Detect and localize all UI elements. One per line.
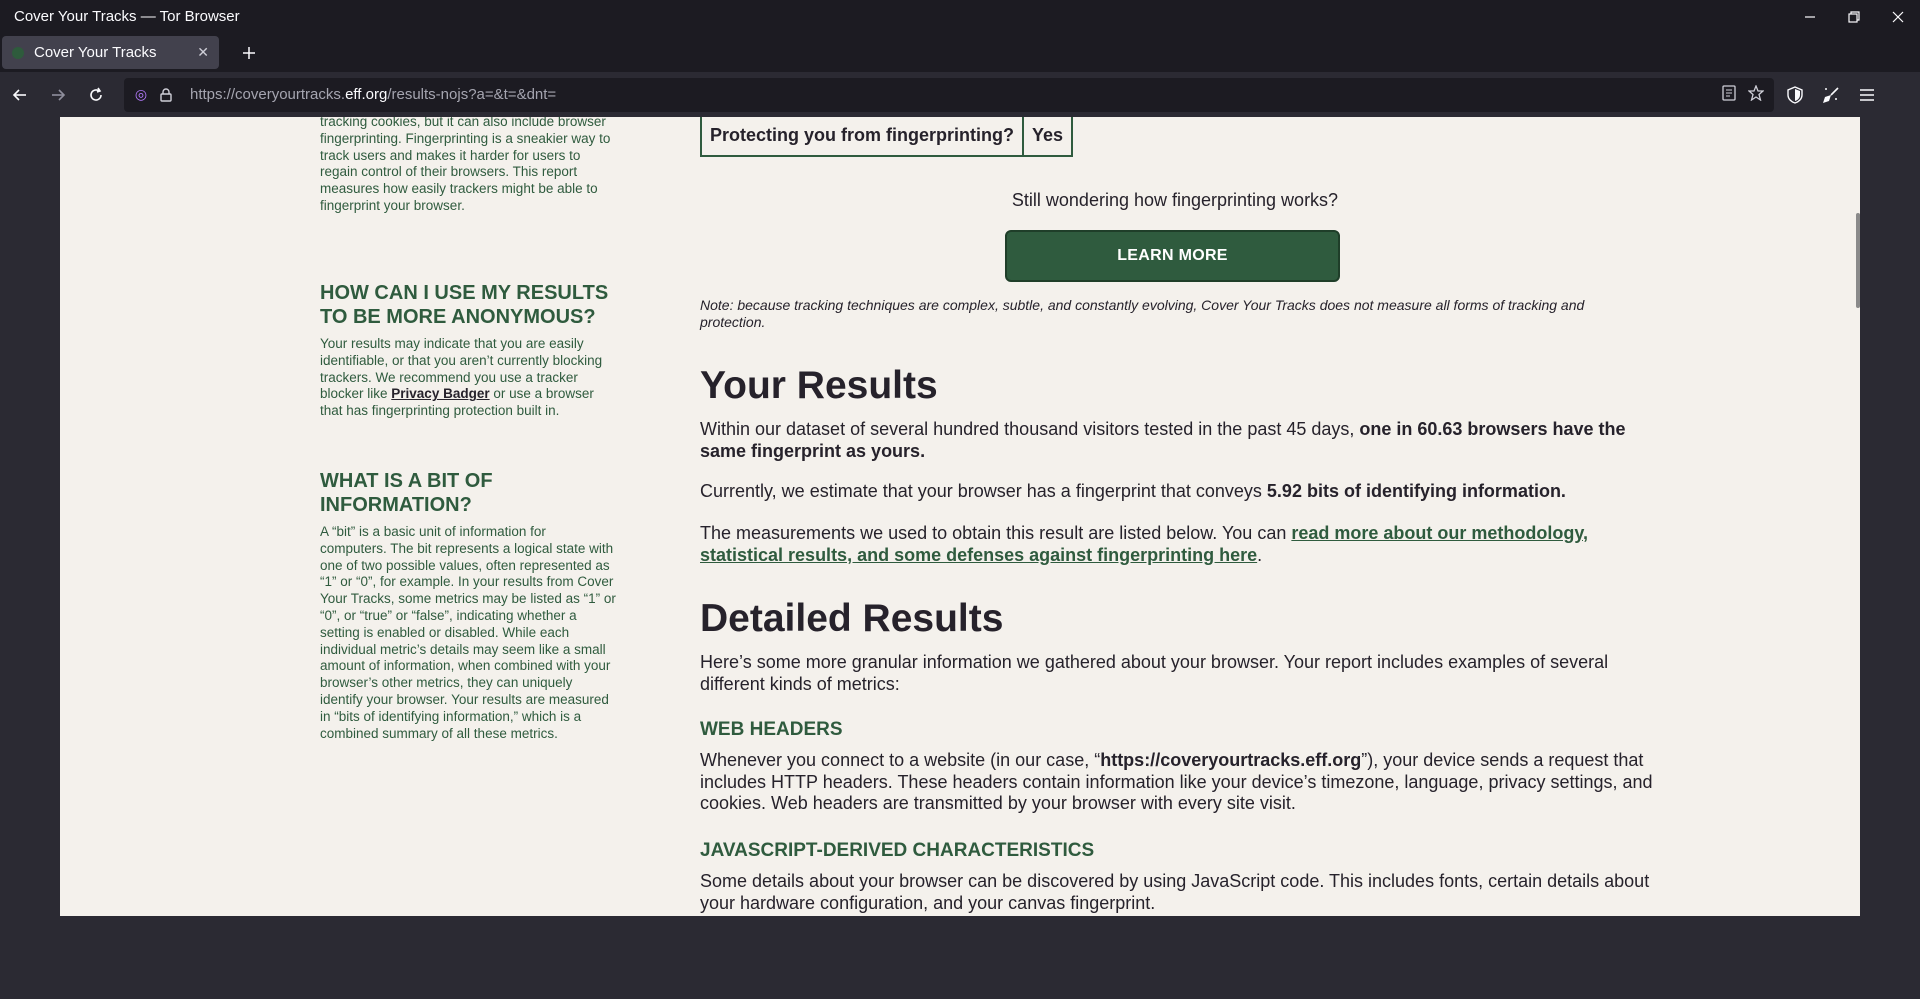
detailed-results-heading: Detailed Results bbox=[700, 597, 1004, 640]
results-uniqueness-text: Within our dataset of several hundred th… bbox=[700, 419, 1650, 462]
plus-icon bbox=[243, 46, 255, 59]
fingerprint-protection-table: Protecting you from fingerprinting? Yes bbox=[700, 117, 1074, 157]
detailed-intro-text: Here’s some more granular information we… bbox=[700, 652, 1609, 694]
tab-title: Cover Your Tracks bbox=[34, 44, 157, 61]
tab-bar: Cover Your Tracks ✕ bbox=[0, 33, 1920, 72]
tracking-note: Note: because tracking techniques are co… bbox=[700, 297, 1585, 330]
navigation-toolbar: ◎ https://coveryourtracks. eff.org/result… bbox=[0, 72, 1920, 117]
learn-more-button[interactable]: LEARN MORE bbox=[1005, 230, 1340, 282]
site-favicon-icon bbox=[12, 46, 24, 59]
web-headers-url: https://coveryourtracks.eff.org bbox=[1100, 750, 1362, 770]
results-methodology-text: The measurements we used to obtain this … bbox=[700, 523, 1650, 566]
sidebar-heading-anonymous: How can I use my results to be more anon… bbox=[320, 282, 609, 328]
new-tab-button[interactable] bbox=[233, 37, 265, 69]
sidebar-intro-text: tracking cookies, but it can also includ… bbox=[320, 117, 611, 213]
fingerprint-answer-cell: Yes bbox=[1032, 125, 1064, 145]
results-bits-value: 5.92 bits of identifying information. bbox=[1266, 481, 1566, 501]
window-titlebar: Cover Your Tracks — Tor Browser bbox=[0, 0, 1920, 33]
web-headers-text: Whenever you connect to a website (in ou… bbox=[700, 750, 1660, 815]
arrow-right-icon bbox=[52, 88, 66, 101]
web-headers-heading: Web Headers bbox=[700, 719, 843, 740]
restore-icon bbox=[1848, 10, 1860, 23]
web-headers-text-a: Whenever you connect to a website (in ou… bbox=[700, 750, 1101, 770]
privacy-badger-link[interactable]: Privacy Badger bbox=[391, 386, 489, 401]
results-bits-text: Currently, we estimate that your browser… bbox=[700, 481, 1650, 503]
fingerprint-question-cell: Protecting you from fingerprinting? bbox=[702, 117, 1024, 155]
reload-icon bbox=[90, 87, 102, 101]
results-uniqueness-text-a: Within our dataset of several hundred th… bbox=[700, 419, 1360, 439]
reload-button[interactable] bbox=[78, 77, 114, 113]
hamburger-menu-icon[interactable] bbox=[1852, 78, 1882, 112]
back-button[interactable] bbox=[2, 77, 38, 113]
results-bits-text-a: Currently, we estimate that your browser… bbox=[700, 481, 1267, 501]
address-bar[interactable]: ◎ https://coveryourtracks. eff.org/result… bbox=[124, 77, 1774, 112]
url-prefix: https://coveryourtracks. bbox=[190, 86, 346, 103]
page-content[interactable]: tracking cookies, but it can also includ… bbox=[60, 117, 1860, 916]
javascript-text: Some details about your browser can be d… bbox=[700, 871, 1650, 913]
lock-icon[interactable] bbox=[160, 87, 178, 102]
arrow-left-icon bbox=[12, 88, 26, 101]
new-identity-broom-icon[interactable] bbox=[1816, 78, 1846, 112]
javascript-heading: JavaScript-Derived Characteristics bbox=[700, 840, 1095, 861]
window-title: Cover Your Tracks — Tor Browser bbox=[14, 8, 240, 25]
restore-button[interactable] bbox=[1832, 0, 1876, 33]
sidebar-heading-bit: What is a bit of information? bbox=[320, 470, 493, 516]
onion-circuit-icon[interactable]: ◎ bbox=[132, 86, 150, 103]
tab-cover-your-tracks[interactable]: Cover Your Tracks ✕ bbox=[2, 36, 219, 69]
sidebar-anonymous-text: Your results may indicate that you are e… bbox=[320, 336, 620, 420]
still-wondering-text: Still wondering how fingerprinting works… bbox=[1011, 190, 1339, 210]
security-level-shield-icon[interactable] bbox=[1780, 78, 1810, 112]
bookmark-star-icon[interactable] bbox=[1747, 83, 1765, 105]
sidebar-bit-text: A “bit” is a basic unit of information f… bbox=[320, 524, 616, 741]
minimize-icon bbox=[1805, 15, 1815, 18]
tab-close-icon[interactable]: ✕ bbox=[197, 44, 209, 61]
reader-view-icon[interactable] bbox=[1722, 84, 1736, 105]
page-scrollbar-thumb[interactable] bbox=[1856, 213, 1860, 308]
url-path: /results-nojs?a=&t=&dnt= bbox=[387, 86, 557, 103]
close-icon bbox=[1892, 11, 1904, 22]
close-window-button[interactable] bbox=[1876, 0, 1920, 33]
url-domain: eff.org bbox=[345, 86, 388, 103]
results-methodology-text-b: . bbox=[1257, 544, 1263, 565]
your-results-heading: Your Results bbox=[700, 364, 938, 407]
forward-button[interactable] bbox=[40, 77, 76, 113]
minimize-button[interactable] bbox=[1788, 0, 1832, 33]
results-methodology-text-a: The measurements we used to obtain this … bbox=[700, 523, 1292, 543]
